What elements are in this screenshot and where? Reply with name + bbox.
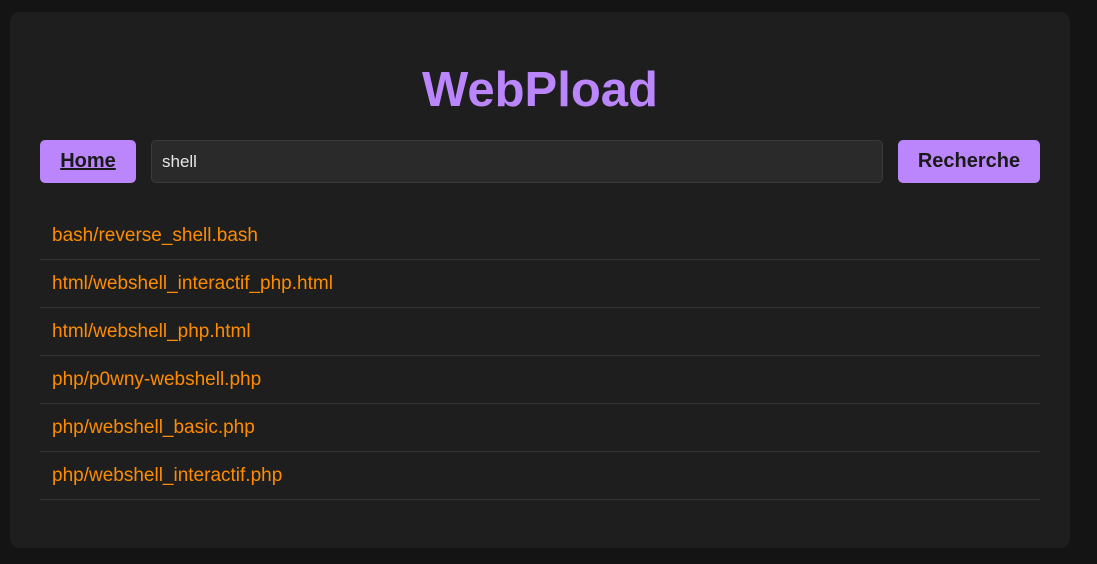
list-item: html/webshell_interactif_php.html: [40, 260, 1040, 308]
list-item: php/p0wny-webshell.php: [40, 356, 1040, 404]
list-item: html/webshell_php.html: [40, 308, 1040, 356]
search-input[interactable]: [151, 140, 883, 183]
result-link[interactable]: bash/reverse_shell.bash: [52, 225, 258, 247]
home-button[interactable]: Home: [40, 140, 136, 183]
search-button[interactable]: Recherche: [898, 140, 1040, 183]
main-card: WebPload Home Recherche bash/reverse_she…: [10, 12, 1070, 548]
result-link[interactable]: php/webshell_interactif.php: [52, 465, 282, 487]
result-link[interactable]: html/webshell_php.html: [52, 321, 251, 343]
list-item: php/webshell_basic.php: [40, 404, 1040, 452]
list-item: php/webshell_interactif.php: [40, 452, 1040, 500]
result-link[interactable]: php/p0wny-webshell.php: [52, 369, 261, 391]
result-link[interactable]: php/webshell_basic.php: [52, 417, 255, 439]
results-list: bash/reverse_shell.bash html/webshell_in…: [40, 212, 1040, 500]
result-link[interactable]: html/webshell_interactif_php.html: [52, 273, 333, 295]
list-item: bash/reverse_shell.bash: [40, 212, 1040, 260]
page-title: WebPload: [422, 63, 658, 117]
